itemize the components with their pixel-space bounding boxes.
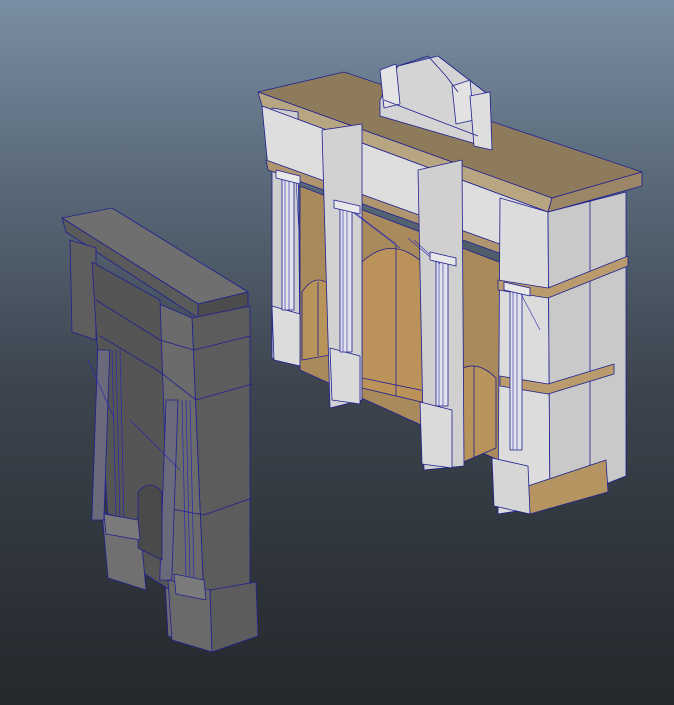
3d-viewport[interactable] [0,0,674,705]
small-arch-opening [137,484,163,561]
small-arch-model[interactable] [61,207,259,653]
large-arch-model[interactable] [257,55,643,515]
viewport-canvas[interactable] [0,0,674,705]
